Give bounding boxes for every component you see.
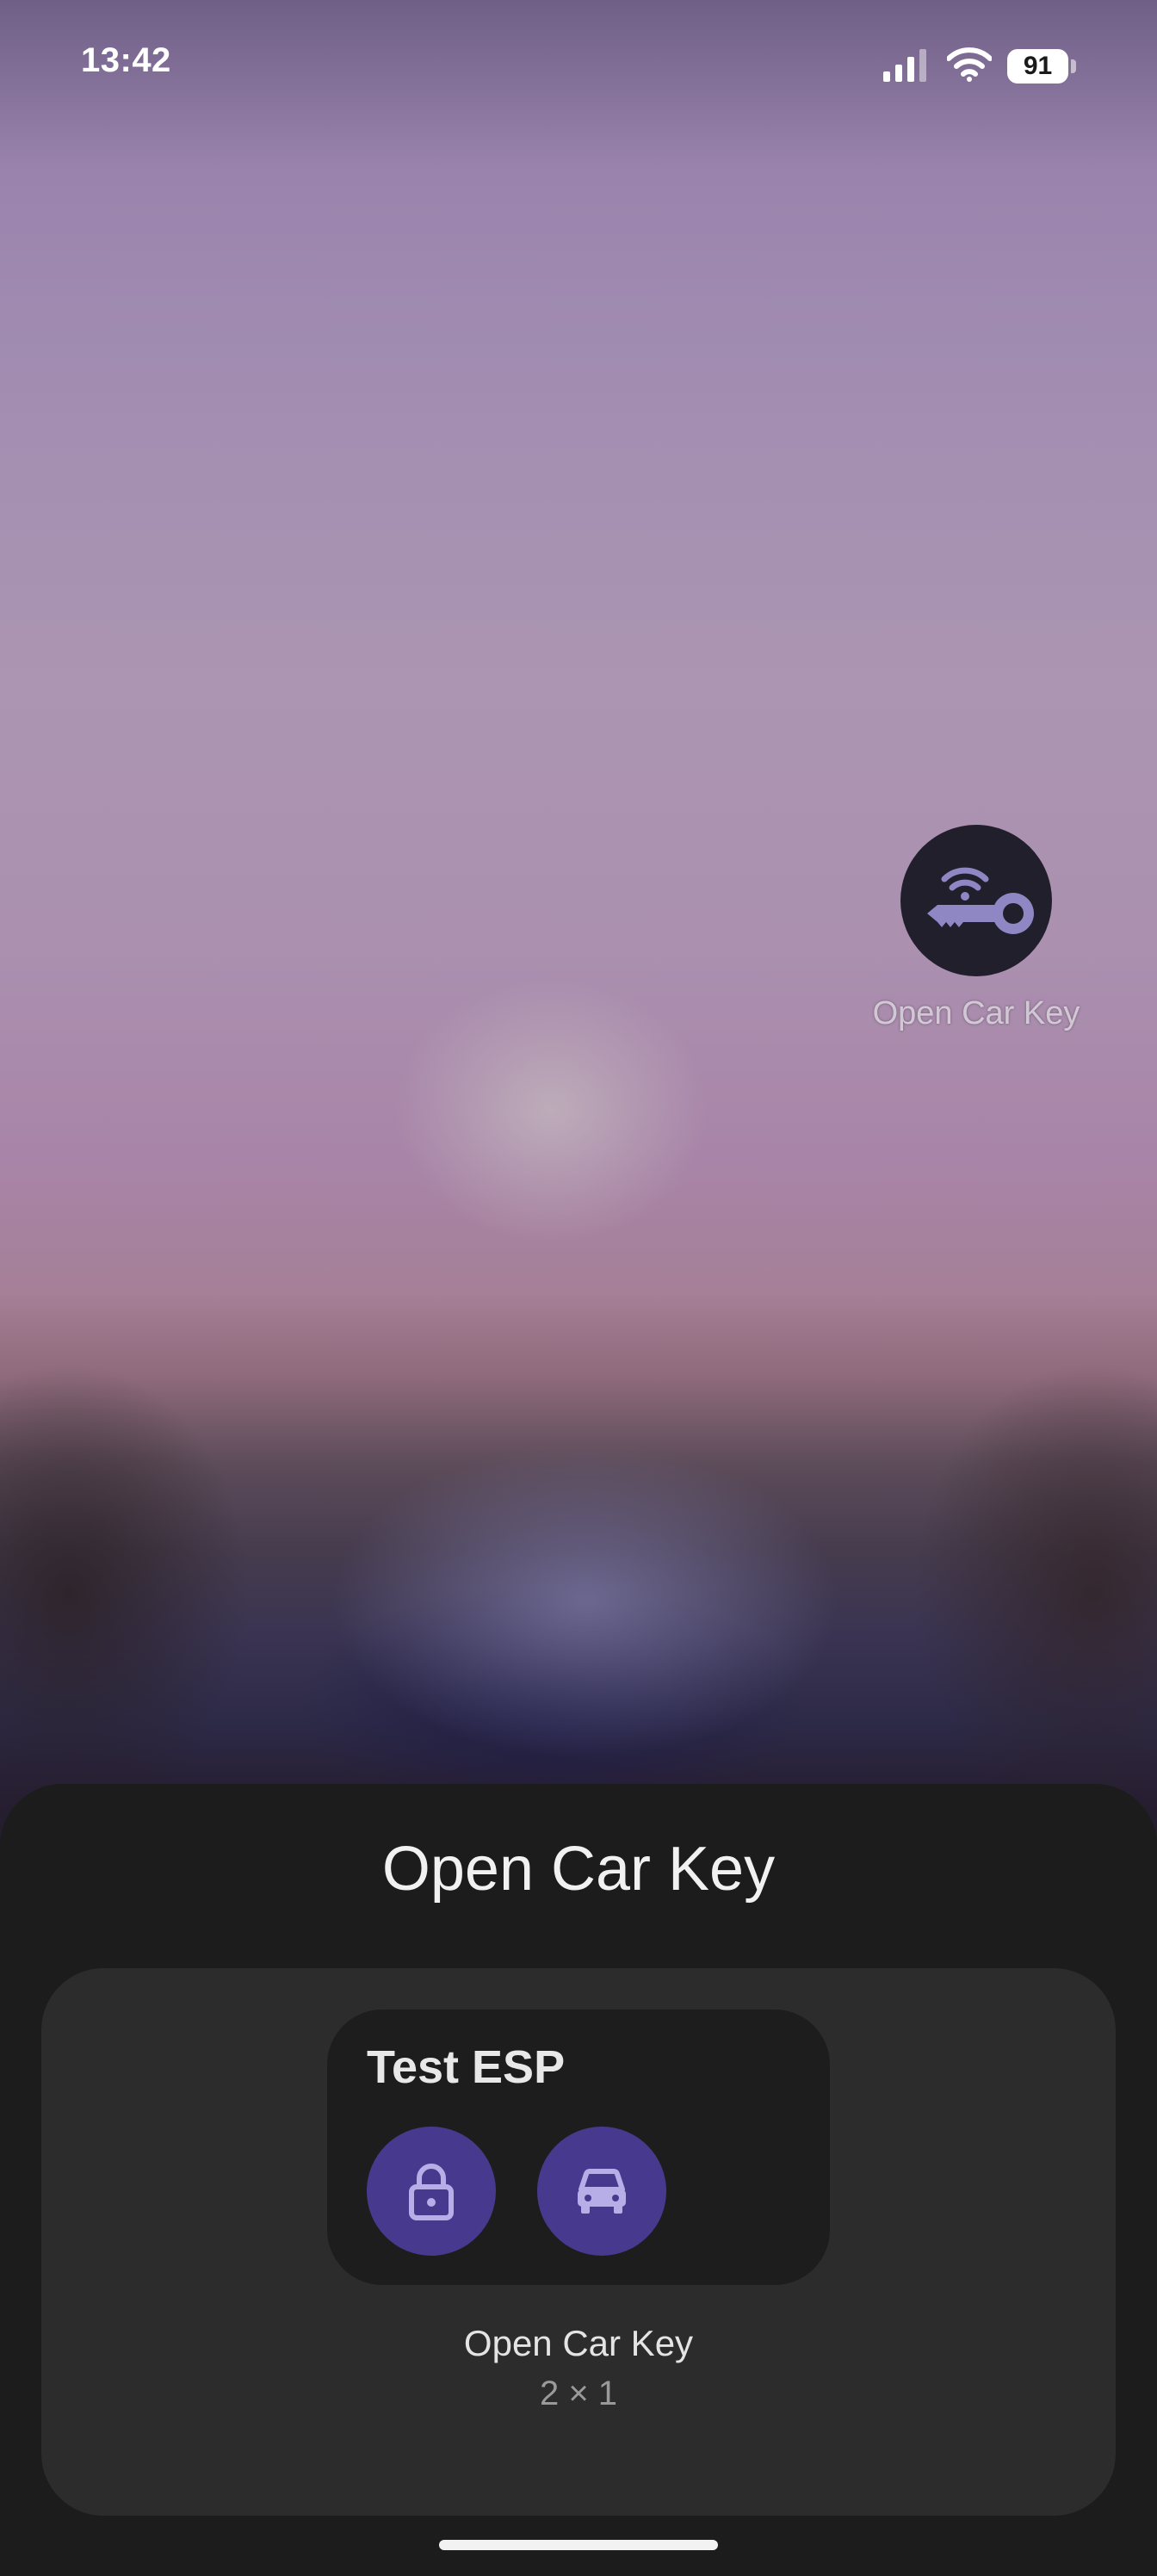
battery-icon: 91 bbox=[1007, 49, 1076, 84]
status-bar: 13:42 91 bbox=[0, 0, 1157, 129]
lock-icon bbox=[409, 2164, 454, 2220]
widget-preview[interactable]: Test ESP bbox=[327, 2009, 830, 2285]
key-wireless-icon bbox=[927, 867, 1034, 934]
signal-icon bbox=[883, 47, 931, 86]
car-icon bbox=[578, 2169, 626, 2214]
lock-button[interactable] bbox=[367, 2127, 496, 2256]
car-button[interactable] bbox=[537, 2127, 666, 2256]
wifi-icon bbox=[946, 46, 993, 86]
widget-preview-card[interactable]: Test ESP Open Car Key 2 × 1 bbox=[41, 1968, 1116, 2516]
widget-title: Test ESP bbox=[367, 2041, 566, 2093]
status-time: 13:42 bbox=[81, 41, 171, 79]
widget-name: Open Car Key bbox=[463, 2323, 694, 2363]
battery-level: 91 bbox=[1007, 49, 1069, 84]
app-icon-label: Open Car Key bbox=[872, 995, 1080, 1031]
home-indicator[interactable] bbox=[439, 2540, 718, 2550]
sheet-title: Open Car Key bbox=[381, 1835, 776, 1904]
open-car-key-app-icon[interactable] bbox=[900, 825, 1052, 976]
widget-bottom-sheet: Open Car Key Test ESP Open Car Key 2 × 1 bbox=[0, 1784, 1157, 2576]
widget-size: 2 × 1 bbox=[539, 2375, 618, 2412]
battery-tip bbox=[1071, 59, 1076, 73]
home-screen: 13:42 91 Open Car Key Open Car Key Test … bbox=[0, 0, 1157, 2576]
status-icons: 91 bbox=[883, 45, 1076, 88]
